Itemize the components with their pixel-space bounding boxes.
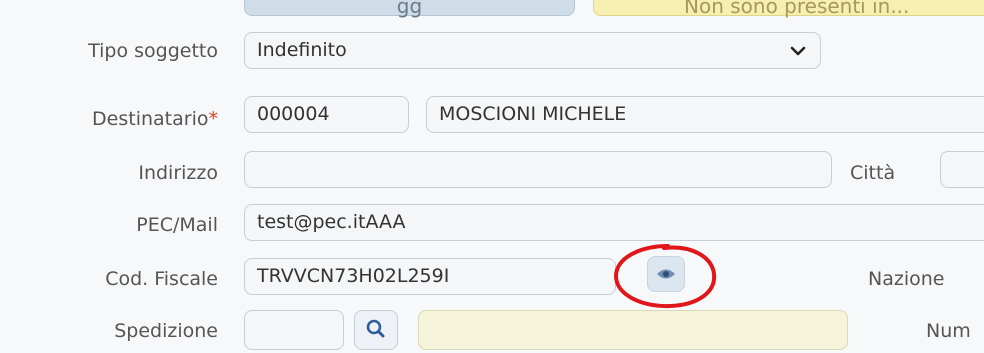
pec-mail-label: PEC/Mail <box>136 214 218 236</box>
tipo-soggetto-value: Indefinito <box>257 39 347 61</box>
destinatario-code-input[interactable]: 000004 <box>244 96 409 133</box>
numero-label: Num <box>926 320 971 342</box>
tipo-soggetto-select[interactable]: Indefinito <box>244 32 821 69</box>
citta-input[interactable] <box>940 151 984 188</box>
eye-icon <box>657 269 675 279</box>
citta-label: Città <box>850 162 896 184</box>
top-strip: gg Non sono presenti in... <box>0 0 984 22</box>
indirizzo-label: Indirizzo <box>138 162 218 184</box>
cod-fiscale-input[interactable]: TRVVCN73H02L259I <box>244 258 616 295</box>
search-icon <box>366 319 385 338</box>
destinatario-label-text: Destinatario <box>92 108 209 130</box>
spedizione-label: Spedizione <box>114 320 218 342</box>
required-mark: * <box>208 108 219 130</box>
top-button[interactable]: gg <box>244 0 575 18</box>
pec-mail-input[interactable]: test@pec.itAAA <box>244 204 984 241</box>
spedizione-description-field <box>418 310 848 350</box>
nazione-label: Nazione <box>868 268 945 290</box>
chevron-down-icon <box>790 46 806 56</box>
tipo-soggetto-label: Tipo soggetto <box>88 40 218 62</box>
warning-banner: Non sono presenti in... <box>593 0 984 18</box>
spedizione-search-button[interactable] <box>354 310 398 350</box>
indirizzo-input[interactable] <box>244 151 832 188</box>
view-button[interactable] <box>647 256 685 292</box>
cod-fiscale-label: Cod. Fiscale <box>105 268 218 290</box>
destinatario-name-input[interactable]: MOSCIONI MICHELE <box>426 96 984 133</box>
spedizione-code-input[interactable] <box>244 310 344 350</box>
destinatario-label: Destinatario* <box>92 106 218 132</box>
